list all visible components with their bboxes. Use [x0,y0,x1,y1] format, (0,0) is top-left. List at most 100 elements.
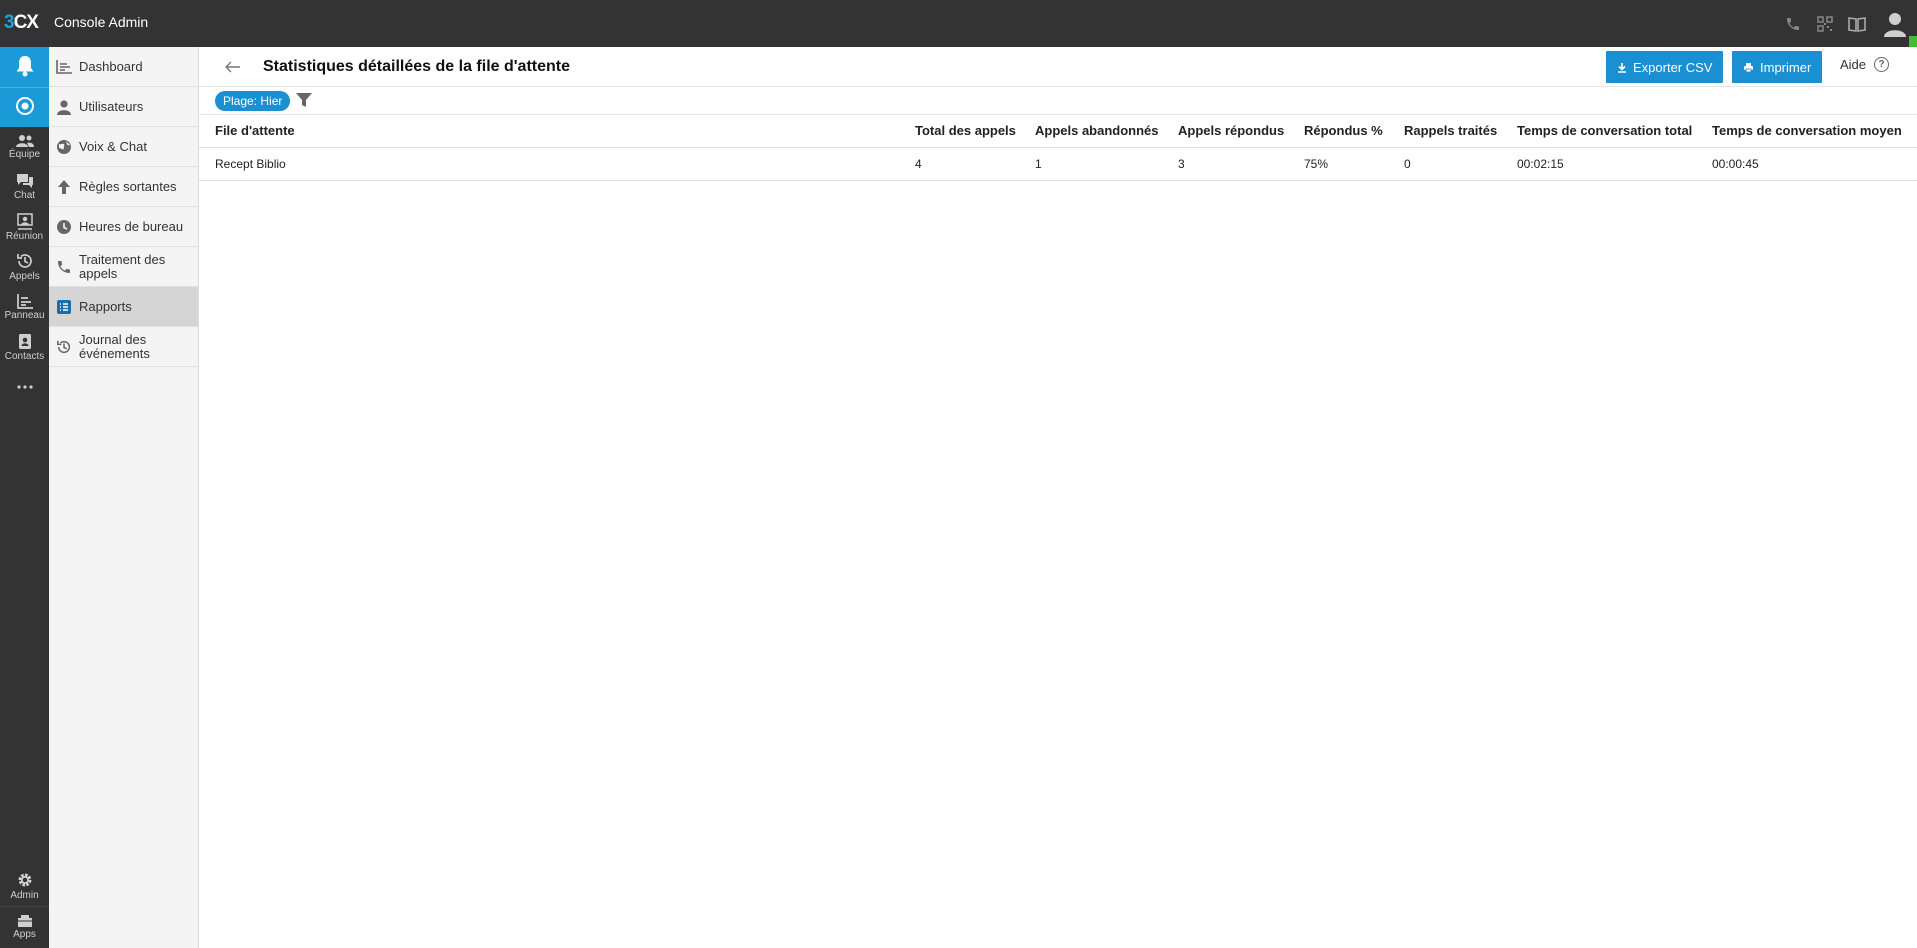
rail-label: Admin [10,890,39,901]
sidebar-item-event-log[interactable]: Journal des événements [49,327,198,367]
qr-code-icon[interactable] [1809,0,1841,47]
clock-icon [49,219,79,235]
rail-label: Apps [13,928,36,940]
rail-label: Appels [9,271,40,282]
export-csv-button[interactable]: Exporter CSV [1606,51,1724,83]
sidebar-item-label: Rapports [79,298,132,314]
rail-item-calls[interactable]: Appels [0,247,49,287]
sidebar-item-office-hours[interactable]: Heures de bureau [49,207,198,247]
table-header-row: File d'attente Total des appels Appels a… [199,115,1917,148]
table-cell: 00:02:15 [1517,147,1712,181]
sidebar-item-label: Règles sortantes [79,178,177,194]
more-icon [16,385,33,389]
rail-label: Chat [13,190,36,201]
rail-item-admin[interactable]: Admin [0,866,49,906]
back-button[interactable] [223,57,243,77]
column-header[interactable]: Répondus % [1304,115,1404,148]
globe-icon [49,139,79,155]
table-cell: 4 [915,147,1035,181]
rail-label: Réunion [5,231,44,242]
presence-status-indicator [1909,36,1917,47]
rail-label: Panneau [4,310,45,321]
column-header[interactable]: Rappels traités [1404,115,1517,148]
user-icon [49,99,79,115]
admin-sidebar: Dashboard Utilisateurs Voix & Chat Règle… [49,47,199,948]
app-title: Console Admin [54,14,149,30]
admin-console-icon [15,96,35,119]
help-label: Aide [1840,57,1867,72]
column-header[interactable]: Appels répondus [1178,115,1304,148]
sidebar-item-label: Journal des événements [79,331,150,361]
gear-icon [18,873,31,887]
rail-item-contacts[interactable]: Contacts [0,327,49,367]
export-csv-label: Exporter CSV [1633,59,1713,75]
column-header[interactable]: Appels abandonnés [1035,115,1178,148]
arrow-up-icon [49,179,79,195]
logo-cx: CX [13,12,39,33]
download-icon [1618,62,1626,73]
sidebar-item-label: Voix & Chat [79,138,147,154]
column-header[interactable]: Temps de conversation total [1517,115,1712,148]
column-header[interactable]: File d'attente [199,115,915,148]
panel-icon [16,294,33,309]
sidebar-item-call-handling[interactable]: Traitement des appels [49,247,198,287]
sidebar-item-label: Heures de bureau [79,218,184,234]
sidebar-item-voice-chat[interactable]: Voix & Chat [49,127,198,167]
column-header[interactable]: Total des appels [915,115,1035,148]
sidebar-item-label: Traitement des appels [79,251,166,281]
sidebar-item-label: Dashboard [79,58,143,74]
team-icon [15,135,34,147]
arrow-left-icon [225,61,240,73]
rail-more-button[interactable] [0,367,49,407]
rail-item-chat[interactable]: Chat [0,167,49,207]
app-logo[interactable]: 3CX [4,12,39,34]
printer-icon [1744,62,1753,72]
print-button[interactable]: Imprimer [1732,51,1823,83]
history-icon [49,339,79,355]
book-icon[interactable] [1841,0,1873,47]
sidebar-item-label: Utilisateurs [79,98,144,114]
meeting-icon [16,213,33,230]
logo-three: 3 [4,12,15,33]
rail-item-meeting[interactable]: Réunion [0,207,49,247]
contacts-icon [18,333,31,349]
app-rail: Équipe Chat Réunion Appels Panneau Conta… [0,47,49,948]
page-header: Statistiques détaillées de la file d'att… [199,47,1917,87]
phone-icon[interactable] [1777,0,1809,47]
rail-item-apps[interactable]: Apps [0,906,49,946]
top-icons [1777,0,1917,47]
table-row[interactable]: Recept Biblio 4 1 3 75% 0 00:02:15 00:00… [199,147,1917,181]
history-icon [16,254,32,268]
filter-bar: Plage: Hier [199,87,1917,115]
notifications-button[interactable] [0,47,49,87]
chat-icon [16,174,33,188]
queue-statistics-table: File d'attente Total des appels Appels a… [199,115,1917,181]
sidebar-item-users[interactable]: Utilisateurs [49,87,198,127]
page-title: Statistiques détaillées de la file d'att… [263,58,571,75]
top-bar: 3CX Console Admin [0,0,1917,47]
filter-icon[interactable] [296,93,312,111]
help-link[interactable]: Aide ? [1840,57,1890,72]
rail-item-panel[interactable]: Panneau [0,287,49,327]
column-header[interactable]: Temps de conversation moyen [1712,115,1917,148]
apps-icon [17,914,32,927]
print-label: Imprimer [1760,59,1812,75]
admin-console-button[interactable] [0,87,49,127]
rail-label: Équipe [8,149,41,160]
main-content: Statistiques détaillées de la file d'att… [199,47,1917,948]
table-cell: 3 [1178,147,1304,181]
table-cell: Recept Biblio [199,147,915,181]
help-question-icon: ? [1874,57,1890,72]
rail-label: Contacts [4,350,45,362]
report-icon [49,299,79,315]
table-cell: 0 [1404,147,1517,181]
table-cell: 75% [1304,147,1404,181]
range-filter-chip[interactable]: Plage: Hier [215,91,291,111]
phone-icon [49,259,79,275]
table-cell: 00:00:45 [1712,147,1917,181]
sidebar-item-reports[interactable]: Rapports [49,287,198,327]
rail-item-team[interactable]: Équipe [0,127,49,167]
table-cell: 1 [1035,147,1178,181]
sidebar-item-dashboard[interactable]: Dashboard [49,47,198,87]
sidebar-item-outbound-rules[interactable]: Règles sortantes [49,167,198,207]
